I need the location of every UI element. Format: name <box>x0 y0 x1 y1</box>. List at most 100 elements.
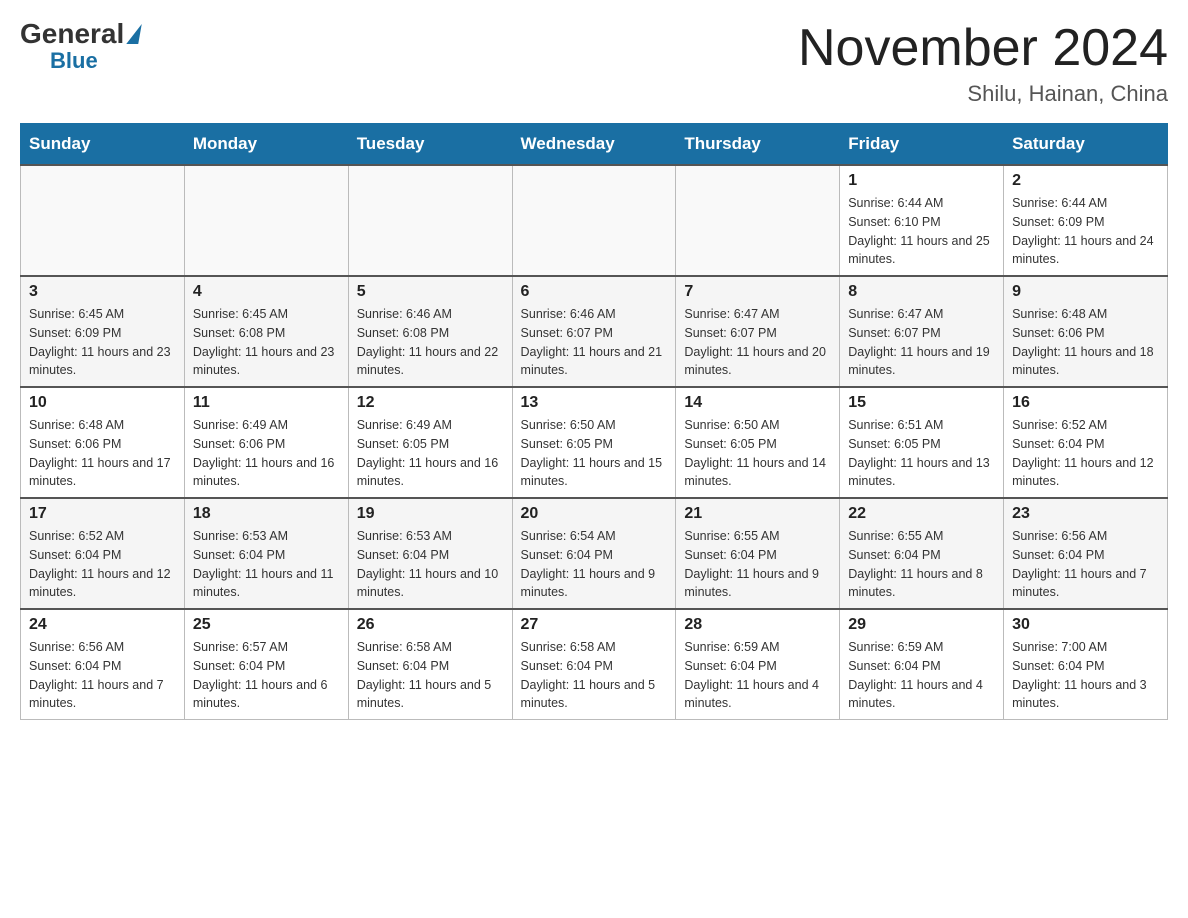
day-number: 2 <box>1012 172 1159 190</box>
day-of-week-header: Sunday <box>21 124 185 166</box>
calendar-cell <box>676 165 840 276</box>
calendar-cell: 18 Sunrise: 6:53 AMSunset: 6:04 PMDaylig… <box>184 498 348 609</box>
title-area: November 2024 Shilu, Hainan, China <box>798 20 1168 107</box>
day-number: 28 <box>684 616 831 634</box>
day-info: Sunrise: 6:53 AMSunset: 6:04 PMDaylight:… <box>193 527 340 602</box>
day-number: 30 <box>1012 616 1159 634</box>
day-info: Sunrise: 6:47 AMSunset: 6:07 PMDaylight:… <box>848 305 995 380</box>
day-number: 3 <box>29 283 176 301</box>
calendar-cell: 1 Sunrise: 6:44 AMSunset: 6:10 PMDayligh… <box>840 165 1004 276</box>
day-info: Sunrise: 7:00 AMSunset: 6:04 PMDaylight:… <box>1012 638 1159 713</box>
calendar-cell: 6 Sunrise: 6:46 AMSunset: 6:07 PMDayligh… <box>512 276 676 387</box>
day-number: 29 <box>848 616 995 634</box>
day-number: 24 <box>29 616 176 634</box>
calendar-cell: 15 Sunrise: 6:51 AMSunset: 6:05 PMDaylig… <box>840 387 1004 498</box>
calendar-cell: 3 Sunrise: 6:45 AMSunset: 6:09 PMDayligh… <box>21 276 185 387</box>
day-info: Sunrise: 6:50 AMSunset: 6:05 PMDaylight:… <box>684 416 831 491</box>
calendar-cell: 10 Sunrise: 6:48 AMSunset: 6:06 PMDaylig… <box>21 387 185 498</box>
day-info: Sunrise: 6:56 AMSunset: 6:04 PMDaylight:… <box>29 638 176 713</box>
logo-general-text: General <box>20 20 124 48</box>
day-info: Sunrise: 6:44 AMSunset: 6:10 PMDaylight:… <box>848 194 995 269</box>
day-of-week-header: Friday <box>840 124 1004 166</box>
day-info: Sunrise: 6:47 AMSunset: 6:07 PMDaylight:… <box>684 305 831 380</box>
day-info: Sunrise: 6:46 AMSunset: 6:08 PMDaylight:… <box>357 305 504 380</box>
calendar-cell: 27 Sunrise: 6:58 AMSunset: 6:04 PMDaylig… <box>512 609 676 720</box>
day-info: Sunrise: 6:57 AMSunset: 6:04 PMDaylight:… <box>193 638 340 713</box>
day-info: Sunrise: 6:49 AMSunset: 6:06 PMDaylight:… <box>193 416 340 491</box>
calendar-cell: 13 Sunrise: 6:50 AMSunset: 6:05 PMDaylig… <box>512 387 676 498</box>
calendar-cell: 23 Sunrise: 6:56 AMSunset: 6:04 PMDaylig… <box>1004 498 1168 609</box>
day-info: Sunrise: 6:46 AMSunset: 6:07 PMDaylight:… <box>521 305 668 380</box>
day-number: 21 <box>684 505 831 523</box>
day-number: 23 <box>1012 505 1159 523</box>
day-info: Sunrise: 6:53 AMSunset: 6:04 PMDaylight:… <box>357 527 504 602</box>
calendar-cell: 8 Sunrise: 6:47 AMSunset: 6:07 PMDayligh… <box>840 276 1004 387</box>
calendar-cell: 11 Sunrise: 6:49 AMSunset: 6:06 PMDaylig… <box>184 387 348 498</box>
calendar-cell: 21 Sunrise: 6:55 AMSunset: 6:04 PMDaylig… <box>676 498 840 609</box>
calendar-cell <box>21 165 185 276</box>
day-number: 5 <box>357 283 504 301</box>
day-info: Sunrise: 6:54 AMSunset: 6:04 PMDaylight:… <box>521 527 668 602</box>
calendar-cell: 20 Sunrise: 6:54 AMSunset: 6:04 PMDaylig… <box>512 498 676 609</box>
logo-blue-text: Blue <box>50 48 98 74</box>
calendar-cell: 12 Sunrise: 6:49 AMSunset: 6:05 PMDaylig… <box>348 387 512 498</box>
day-info: Sunrise: 6:44 AMSunset: 6:09 PMDaylight:… <box>1012 194 1159 269</box>
calendar-cell: 22 Sunrise: 6:55 AMSunset: 6:04 PMDaylig… <box>840 498 1004 609</box>
calendar-week-row: 1 Sunrise: 6:44 AMSunset: 6:10 PMDayligh… <box>21 165 1168 276</box>
calendar-cell: 25 Sunrise: 6:57 AMSunset: 6:04 PMDaylig… <box>184 609 348 720</box>
day-number: 6 <box>521 283 668 301</box>
calendar-cell: 19 Sunrise: 6:53 AMSunset: 6:04 PMDaylig… <box>348 498 512 609</box>
calendar-cell <box>348 165 512 276</box>
calendar-cell: 28 Sunrise: 6:59 AMSunset: 6:04 PMDaylig… <box>676 609 840 720</box>
calendar-week-row: 3 Sunrise: 6:45 AMSunset: 6:09 PMDayligh… <box>21 276 1168 387</box>
day-info: Sunrise: 6:59 AMSunset: 6:04 PMDaylight:… <box>848 638 995 713</box>
day-info: Sunrise: 6:59 AMSunset: 6:04 PMDaylight:… <box>684 638 831 713</box>
day-number: 17 <box>29 505 176 523</box>
day-info: Sunrise: 6:52 AMSunset: 6:04 PMDaylight:… <box>1012 416 1159 491</box>
day-of-week-header: Tuesday <box>348 124 512 166</box>
day-number: 9 <box>1012 283 1159 301</box>
day-number: 8 <box>848 283 995 301</box>
day-number: 14 <box>684 394 831 412</box>
calendar-cell: 5 Sunrise: 6:46 AMSunset: 6:08 PMDayligh… <box>348 276 512 387</box>
calendar-cell: 9 Sunrise: 6:48 AMSunset: 6:06 PMDayligh… <box>1004 276 1168 387</box>
calendar-cell: 29 Sunrise: 6:59 AMSunset: 6:04 PMDaylig… <box>840 609 1004 720</box>
location-title: Shilu, Hainan, China <box>798 81 1168 107</box>
day-number: 27 <box>521 616 668 634</box>
day-info: Sunrise: 6:52 AMSunset: 6:04 PMDaylight:… <box>29 527 176 602</box>
day-of-week-header: Monday <box>184 124 348 166</box>
calendar-cell: 17 Sunrise: 6:52 AMSunset: 6:04 PMDaylig… <box>21 498 185 609</box>
day-info: Sunrise: 6:51 AMSunset: 6:05 PMDaylight:… <box>848 416 995 491</box>
calendar-week-row: 24 Sunrise: 6:56 AMSunset: 6:04 PMDaylig… <box>21 609 1168 720</box>
day-number: 7 <box>684 283 831 301</box>
day-info: Sunrise: 6:48 AMSunset: 6:06 PMDaylight:… <box>29 416 176 491</box>
calendar-cell <box>184 165 348 276</box>
day-info: Sunrise: 6:48 AMSunset: 6:06 PMDaylight:… <box>1012 305 1159 380</box>
day-number: 16 <box>1012 394 1159 412</box>
day-number: 25 <box>193 616 340 634</box>
day-number: 10 <box>29 394 176 412</box>
day-info: Sunrise: 6:49 AMSunset: 6:05 PMDaylight:… <box>357 416 504 491</box>
calendar-cell <box>512 165 676 276</box>
day-of-week-header: Wednesday <box>512 124 676 166</box>
calendar-cell: 26 Sunrise: 6:58 AMSunset: 6:04 PMDaylig… <box>348 609 512 720</box>
day-number: 12 <box>357 394 504 412</box>
calendar-cell: 2 Sunrise: 6:44 AMSunset: 6:09 PMDayligh… <box>1004 165 1168 276</box>
calendar-cell: 4 Sunrise: 6:45 AMSunset: 6:08 PMDayligh… <box>184 276 348 387</box>
day-info: Sunrise: 6:45 AMSunset: 6:09 PMDaylight:… <box>29 305 176 380</box>
day-number: 1 <box>848 172 995 190</box>
day-number: 19 <box>357 505 504 523</box>
calendar-cell: 24 Sunrise: 6:56 AMSunset: 6:04 PMDaylig… <box>21 609 185 720</box>
month-title: November 2024 <box>798 20 1168 77</box>
calendar-week-row: 17 Sunrise: 6:52 AMSunset: 6:04 PMDaylig… <box>21 498 1168 609</box>
day-info: Sunrise: 6:50 AMSunset: 6:05 PMDaylight:… <box>521 416 668 491</box>
day-info: Sunrise: 6:58 AMSunset: 6:04 PMDaylight:… <box>521 638 668 713</box>
calendar-cell: 14 Sunrise: 6:50 AMSunset: 6:05 PMDaylig… <box>676 387 840 498</box>
calendar-cell: 30 Sunrise: 7:00 AMSunset: 6:04 PMDaylig… <box>1004 609 1168 720</box>
day-number: 13 <box>521 394 668 412</box>
page-header: General Blue November 2024 Shilu, Hainan… <box>20 20 1168 107</box>
day-number: 15 <box>848 394 995 412</box>
day-info: Sunrise: 6:58 AMSunset: 6:04 PMDaylight:… <box>357 638 504 713</box>
day-number: 26 <box>357 616 504 634</box>
calendar-table: SundayMondayTuesdayWednesdayThursdayFrid… <box>20 123 1168 720</box>
